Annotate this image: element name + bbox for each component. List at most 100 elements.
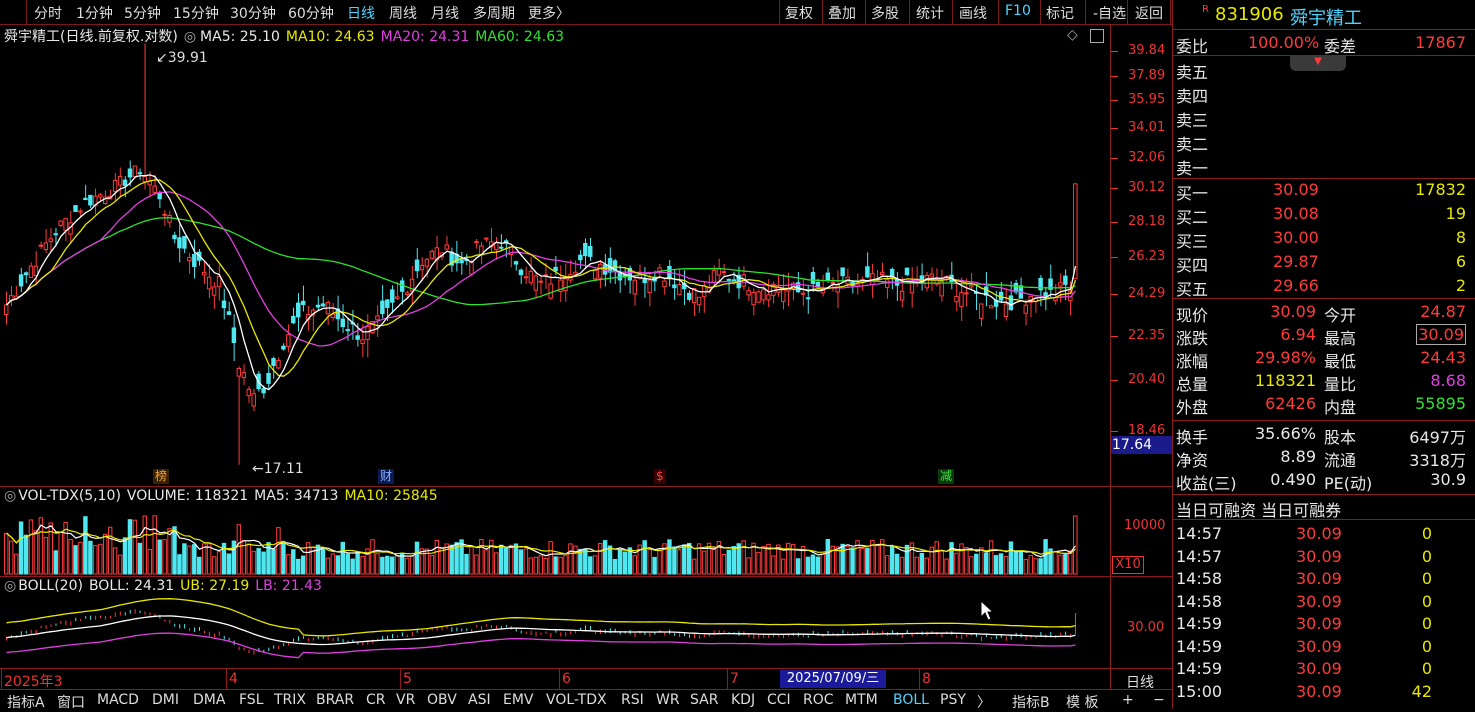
toolbar-button-6[interactable]: 标记 — [1046, 3, 1074, 23]
bottom-right-button-0[interactable]: 指标B — [1012, 692, 1050, 712]
indicator-tab-4[interactable]: DMA — [193, 692, 225, 708]
indicator-tab-8[interactable]: CR — [366, 692, 386, 708]
period-tab-3[interactable]: 15分钟 — [173, 3, 219, 23]
marker-dividend[interactable]: $ — [654, 469, 666, 484]
indicator-tab-17[interactable]: KDJ — [731, 692, 755, 708]
sell-level-row[interactable]: 卖五 — [1176, 58, 1466, 82]
indicator-tab-15[interactable]: WR — [656, 692, 680, 708]
candle — [271, 356, 276, 379]
period-tab-2[interactable]: 5分钟 — [124, 3, 161, 23]
indicator-tab-11[interactable]: ASI — [468, 692, 491, 708]
boll-chart[interactable] — [0, 596, 1110, 668]
volume-bar — [503, 547, 509, 575]
buy-level-row[interactable]: 买三 30.00 8 — [1176, 227, 1466, 251]
period-tab-6[interactable]: 日线 — [347, 3, 375, 23]
period-tab-4[interactable]: 30分钟 — [230, 3, 276, 23]
sell-level-row[interactable]: 卖一 — [1176, 154, 1466, 178]
volume-bar — [330, 553, 336, 575]
indicator-tab-18[interactable]: CCI — [767, 692, 791, 708]
indicator-tab-5[interactable]: FSL — [239, 692, 264, 708]
indicator-tab-14[interactable]: RSI — [621, 692, 644, 708]
indicator-tabs: 指标A 窗口 MACD DMI DMA FSL TRIX BRAR CR VR OBV ASI EMV V… — [0, 690, 1172, 712]
buy-level-price: 30.09 — [1273, 180, 1319, 199]
indicator-tab-21[interactable]: BOLL — [893, 692, 929, 708]
marker-bang[interactable]: 榜 — [153, 469, 170, 484]
fundamental-label: 换手 — [1176, 428, 1209, 447]
indicator-tab-22[interactable]: PSY — [940, 692, 966, 708]
volume-bar — [385, 555, 390, 575]
buy-level-row[interactable]: 买二 30.08 19 — [1176, 203, 1466, 227]
tick-row: 14:59 30.09 0 — [1176, 658, 1466, 680]
period-tab-0[interactable]: 分时 — [34, 3, 62, 23]
buy-level-row[interactable]: 买四 29.87 6 — [1176, 251, 1466, 275]
volume-bar — [434, 539, 440, 575]
volume-bar — [904, 544, 910, 575]
sell-level-label: 卖二 — [1176, 135, 1209, 154]
candle — [489, 228, 494, 253]
toolbar-button-3[interactable]: 统计 — [916, 3, 944, 23]
period-tab-7[interactable]: 周线 — [389, 3, 417, 23]
sell-level-row[interactable]: 卖二 — [1176, 130, 1466, 154]
indicator-tab-23[interactable]: 〉 — [977, 692, 991, 712]
indicator-tab-0[interactable]: 指标A — [7, 692, 45, 712]
indicator-tab-10[interactable]: OBV — [427, 692, 457, 708]
candle — [662, 278, 667, 295]
volume-chart[interactable] — [0, 508, 1110, 576]
candle — [746, 286, 751, 302]
indicator-tab-13[interactable]: VOL-TDX — [546, 692, 607, 708]
period-tab-10[interactable]: 更多〉 — [528, 3, 570, 23]
volume-bar — [127, 519, 133, 575]
marker-finance[interactable]: 财 — [378, 469, 395, 484]
period-tab-9[interactable]: 多周期 — [473, 3, 515, 23]
period-tab-1[interactable]: 1分钟 — [76, 3, 113, 23]
collapse-icon[interactable]: ◎ — [4, 488, 16, 504]
volume-bar — [231, 540, 237, 575]
indicator-tab-12[interactable]: EMV — [503, 692, 534, 708]
indicator-tab-9[interactable]: VR — [396, 692, 415, 708]
toolbar-button-2[interactable]: 多股 — [871, 3, 899, 23]
candle — [390, 285, 395, 314]
buy-level-row[interactable]: 买五 29.66 2 — [1176, 275, 1466, 299]
candlestick-chart[interactable] — [0, 24, 1110, 486]
indicator-tab-7[interactable]: BRAR — [316, 692, 354, 708]
sell-level-row[interactable]: 卖四 — [1176, 82, 1466, 106]
buy-level-label: 买三 — [1176, 232, 1209, 251]
sell-level-row[interactable]: 卖三 — [1176, 106, 1466, 130]
indicator-tab-1[interactable]: 窗口 — [57, 692, 85, 712]
candle — [696, 296, 702, 313]
indicator-tab-3[interactable]: DMI — [152, 692, 179, 708]
candle — [573, 260, 578, 275]
bottom-right-button-3[interactable]: − — [1153, 692, 1165, 708]
indicator-tab-16[interactable]: SAR — [690, 692, 718, 708]
volume-bar — [286, 554, 291, 575]
collapse-icon-2[interactable]: ◎ — [4, 578, 16, 594]
toolbar-button-7[interactable]: -自选 — [1093, 3, 1126, 23]
toolbar-button-0[interactable]: 复权 — [785, 3, 813, 23]
toolbar-button-5[interactable]: F10 — [1005, 3, 1031, 19]
indicator-tab-20[interactable]: MTM — [845, 692, 878, 708]
volume-bar — [73, 545, 78, 575]
indicator-tab-2[interactable]: MACD — [97, 692, 139, 708]
volume-legend: ◎ VOL-TDX(5,10) VOLUME: 118321 MA5: 34713 MA… — [4, 488, 444, 504]
indicator-tab-6[interactable]: TRIX — [274, 692, 306, 708]
candle — [597, 259, 603, 289]
marker-reduce[interactable]: 减 — [938, 469, 955, 484]
period-tab-5[interactable]: 60分钟 — [288, 3, 334, 23]
toolbar-button-8[interactable]: 返回 — [1135, 3, 1163, 23]
volume-bar — [939, 550, 944, 575]
candle — [206, 264, 212, 299]
toolbar-button-1[interactable]: 叠加 — [828, 3, 856, 23]
indicator-tab-19[interactable]: ROC — [803, 692, 834, 708]
tick-volume: 0 — [1421, 636, 1432, 656]
buy-level-row[interactable]: 买一 30.09 17832 — [1176, 179, 1466, 203]
candle — [865, 252, 870, 279]
volume-bar — [820, 553, 826, 575]
period-tab-8[interactable]: 月线 — [431, 3, 459, 23]
price-axis-label: 32.06 — [1110, 150, 1165, 165]
bottom-right-button-1[interactable]: 模 板 — [1066, 692, 1098, 712]
volume-bar — [340, 541, 346, 575]
candle — [172, 231, 177, 244]
bottom-right-button-2[interactable]: + — [1122, 692, 1134, 708]
cursor-date-box: 2025/07/09/三 — [780, 670, 886, 688]
toolbar-button-4[interactable]: 画线 — [959, 3, 987, 23]
